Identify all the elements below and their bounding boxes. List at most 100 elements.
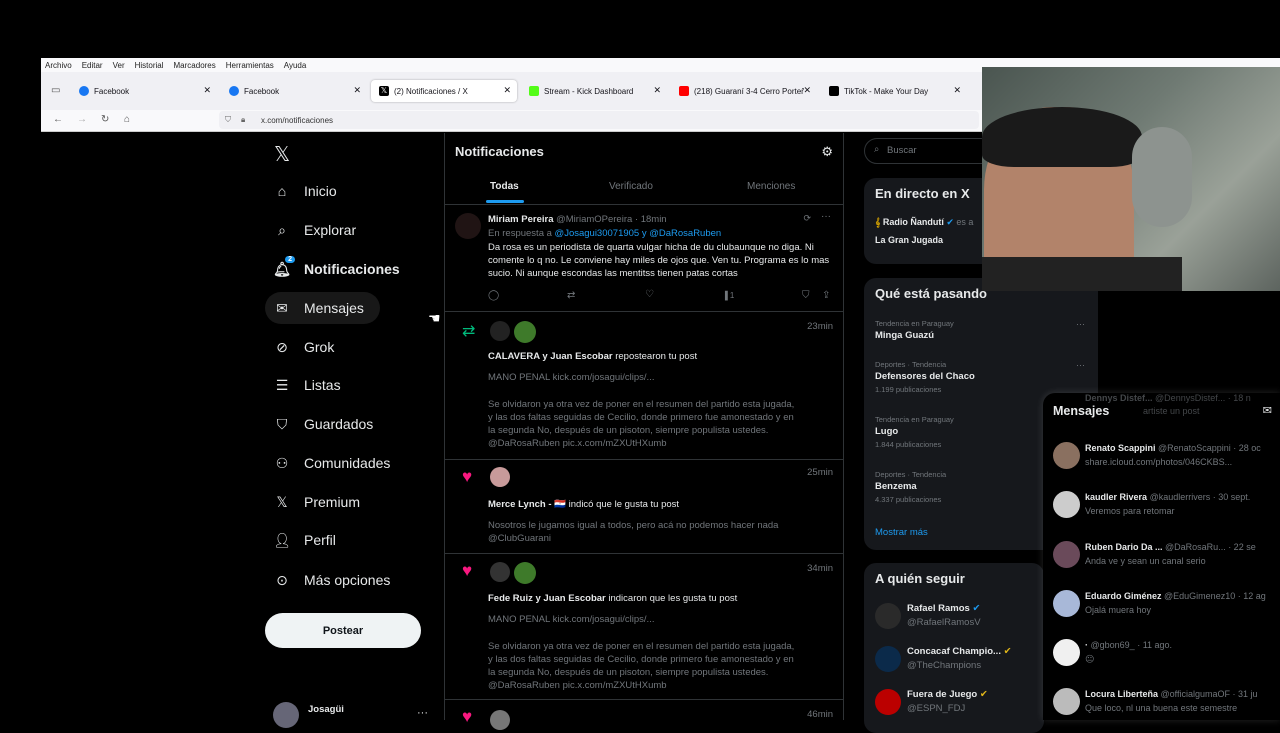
menu-historial[interactable]: Historial bbox=[135, 61, 164, 70]
avatar bbox=[1053, 590, 1080, 617]
avatar[interactable] bbox=[514, 321, 536, 343]
follow-suggestion[interactable]: Rafael Ramos ✔ @RafaelRamosV bbox=[875, 601, 1044, 631]
menu-ver[interactable]: Ver bbox=[113, 61, 125, 70]
trend-item[interactable]: Deportes · Tendencia Defensores del Chac… bbox=[875, 360, 1085, 394]
avatar[interactable] bbox=[514, 562, 536, 584]
avatar[interactable] bbox=[273, 702, 299, 728]
more-icon[interactable]: ··· bbox=[1076, 360, 1085, 370]
views-icon[interactable]: ▐ 1 bbox=[722, 291, 734, 300]
reply-icon[interactable]: ◯ bbox=[488, 290, 499, 301]
trend-item[interactable]: Tendencia en Paraguay Minga Guazú ··· bbox=[875, 319, 1085, 341]
timestamp: 34min bbox=[807, 563, 833, 574]
menu-archivo[interactable]: Archivo bbox=[45, 61, 72, 70]
facebook-icon bbox=[229, 86, 239, 96]
avatar[interactable] bbox=[490, 710, 510, 730]
x-logo-icon[interactable]: 𝕏 bbox=[274, 142, 290, 167]
actor-names[interactable]: CALAVERA y Juan Escobar bbox=[488, 351, 613, 362]
menu-ayuda[interactable]: Ayuda bbox=[284, 61, 307, 70]
settings-gear-icon[interactable]: ⚙ bbox=[821, 144, 833, 160]
post-button[interactable]: Postear bbox=[265, 613, 421, 648]
nav-premium[interactable]: 𝕏 Premium bbox=[273, 486, 360, 518]
browser-tab-x-notifications[interactable]: 𝕏 (2) Notificaciones / X ✕ bbox=[371, 80, 517, 102]
tiktok-icon bbox=[829, 86, 839, 96]
browser-tab-kick[interactable]: Stream - Kick Dashboard ✕ bbox=[521, 80, 667, 102]
show-more-link[interactable]: Mostrar más bbox=[875, 527, 928, 538]
actor-names[interactable]: Merce Lynch - 🇵🇾 bbox=[488, 499, 566, 510]
browser-tab-youtube[interactable]: (218) Guaraní 3-4 Cerro Porteñ ✕ bbox=[671, 80, 817, 102]
grok-icon[interactable]: ⟳ bbox=[803, 213, 811, 224]
nav-inicio[interactable]: ⌂ Inicio bbox=[273, 175, 337, 207]
notification-like[interactable]: ♥ 46min bbox=[445, 701, 843, 730]
conversation-item[interactable]: Eduardo Giménez @EduGimenez10 · 12 ag Oj… bbox=[1053, 588, 1280, 628]
nav-notificaciones[interactable]: 🔔︎ 2 Notificaciones bbox=[273, 253, 400, 285]
nav-listas[interactable]: ☰ Listas bbox=[273, 369, 341, 401]
kick-icon bbox=[529, 86, 539, 96]
post-link-line[interactable]: MANO PENAL kick.com/josagui/clips/... bbox=[488, 371, 654, 384]
nav-guardados[interactable]: ⛉ Guardados bbox=[273, 408, 374, 440]
reload-icon[interactable]: ↻ bbox=[101, 114, 109, 125]
notification-like[interactable]: ♥ 25min Merce Lynch - 🇵🇾 indicó que le g… bbox=[445, 461, 843, 554]
close-icon[interactable]: ✕ bbox=[503, 85, 511, 96]
live-icon: 𝄞 bbox=[875, 217, 881, 227]
messages-title[interactable]: Mensajes bbox=[1053, 404, 1109, 418]
menu-herramientas[interactable]: Herramientas bbox=[226, 61, 274, 70]
nav-comunidades[interactable]: ⚇ Comunidades bbox=[273, 447, 391, 479]
author-name[interactable]: Miriam Pereira bbox=[488, 214, 553, 225]
home-icon[interactable]: ⌂ bbox=[124, 114, 130, 125]
tab-overview-icon[interactable]: ▭ bbox=[51, 85, 60, 96]
nav-grok[interactable]: ⊘ Grok bbox=[273, 331, 334, 363]
reply-to-link[interactable]: @Josagui30071905 y @DaRosaRuben bbox=[555, 228, 722, 239]
nav-mas-opciones[interactable]: ⊙ Más opciones bbox=[273, 564, 390, 596]
conversation-item[interactable]: kaudler Rivera @kaudlerrivers · 30 sept.… bbox=[1053, 489, 1280, 529]
more-icon[interactable]: ··· bbox=[821, 211, 831, 222]
live-host[interactable]: 𝄞 Radio Ñandutí ✔ es a bbox=[875, 217, 973, 228]
bookmark-icon[interactable]: ⛉ bbox=[802, 290, 810, 301]
avatar bbox=[1053, 688, 1080, 715]
conversation-item[interactable]: · @gbon69_ · 11 ago. 😐 bbox=[1053, 637, 1280, 677]
avatar bbox=[455, 213, 481, 239]
share-icon[interactable]: ⇪ bbox=[822, 290, 830, 301]
menu-editar[interactable]: Editar bbox=[82, 61, 103, 70]
tab-verificado[interactable]: Verificado bbox=[609, 181, 653, 192]
notification-like[interactable]: ♥ 34min Fede Ruiz y Juan Escobar indicar… bbox=[445, 555, 843, 700]
follow-suggestion[interactable]: Concacaf Champio... ✔ @TheChampions bbox=[875, 644, 1044, 674]
close-icon[interactable]: ✕ bbox=[203, 85, 211, 96]
conversation-item[interactable]: Locura Liberteña @officialgumaOF · 31 ju… bbox=[1053, 686, 1280, 726]
browser-tab-facebook-1[interactable]: Facebook ✕ bbox=[71, 80, 217, 102]
browser-tab-facebook-2[interactable]: Facebook ✕ bbox=[221, 80, 367, 102]
more-icon[interactable]: ··· bbox=[1076, 319, 1085, 329]
forward-icon[interactable]: → bbox=[77, 114, 87, 125]
conversation-item[interactable]: Ruben Dario Da ... @DaRosaRu... · 22 se … bbox=[1053, 539, 1280, 579]
nav-perfil[interactable]: 👤︎ Perfil bbox=[273, 524, 336, 556]
url-field[interactable]: ⛉ 🔒︎ x.com/notificaciones bbox=[219, 111, 979, 129]
tab-menciones[interactable]: Menciones bbox=[747, 181, 795, 192]
account-name[interactable]: Josagüi bbox=[308, 704, 344, 715]
close-icon[interactable]: ✕ bbox=[353, 85, 361, 96]
post-link-line[interactable]: MANO PENAL kick.com/josagui/clips/... bbox=[488, 613, 654, 626]
follow-suggestion[interactable]: Fuera de Juego ✔ @ESPN_FDJ bbox=[875, 687, 1044, 717]
close-icon[interactable]: ✕ bbox=[803, 85, 811, 96]
like-icon[interactable]: ♡ bbox=[645, 289, 654, 300]
conversation-item[interactable]: Renato Scappini @RenatoScappini · 28 oc … bbox=[1053, 440, 1280, 480]
follow-title: A quién seguir bbox=[875, 571, 965, 586]
account-more-icon[interactable]: ··· bbox=[417, 707, 428, 719]
close-icon[interactable]: ✕ bbox=[953, 85, 961, 96]
notification-reply[interactable]: Miriam Pereira @MiriamOPereira · 18min ⟳… bbox=[445, 205, 843, 312]
close-icon[interactable]: ✕ bbox=[653, 85, 661, 96]
browser-tab-tiktok[interactable]: TikTok - Make Your Day ✕ bbox=[821, 80, 967, 102]
actor-names[interactable]: Fede Ruiz y Juan Escobar bbox=[488, 593, 606, 604]
notification-repost[interactable]: ⇄ 23min CALAVERA y Juan Escobar repostea… bbox=[445, 313, 843, 460]
new-message-icon[interactable]: ✉ bbox=[1263, 404, 1272, 417]
tab-todas[interactable]: Todas bbox=[490, 181, 519, 192]
nav-explorar[interactable]: ⌕ Explorar bbox=[273, 214, 356, 246]
repost-icon[interactable]: ⇄ bbox=[567, 290, 575, 301]
avatar[interactable] bbox=[490, 321, 510, 341]
search-input[interactable]: ⌕ Buscar bbox=[864, 138, 994, 164]
nav-mensajes[interactable]: ✉ Mensajes bbox=[265, 292, 380, 324]
back-icon[interactable]: ← bbox=[53, 114, 63, 125]
post-text: Da rosa es un periodista de quarta vulga… bbox=[488, 242, 830, 279]
live-show[interactable]: La Gran Jugada bbox=[875, 235, 943, 245]
menu-marcadores[interactable]: Marcadores bbox=[174, 61, 216, 70]
avatar[interactable] bbox=[490, 467, 510, 487]
avatar[interactable] bbox=[490, 562, 510, 582]
